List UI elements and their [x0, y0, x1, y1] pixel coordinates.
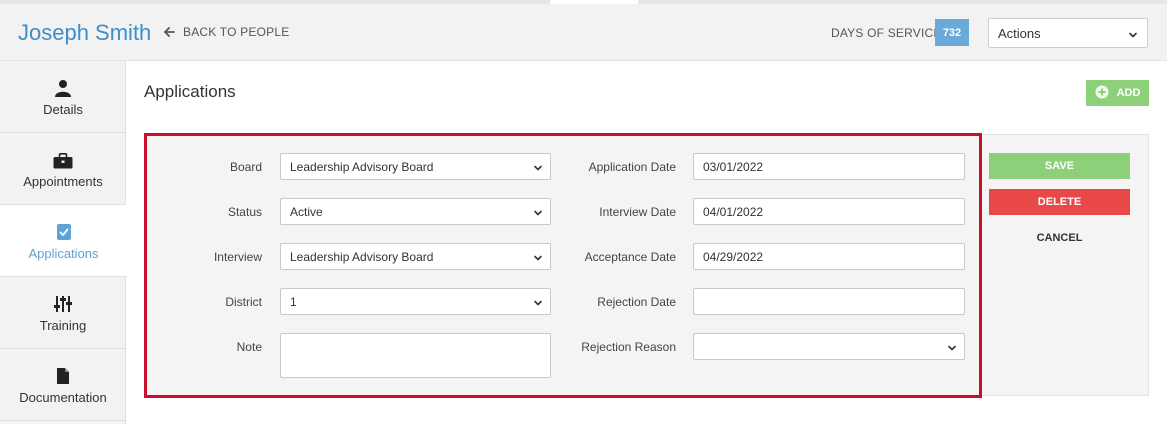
sliders-icon [53, 293, 73, 313]
note-label: Note [236, 340, 262, 354]
page-header: Joseph Smith BACK TO PEOPLE DAYS OF SERV… [0, 4, 1167, 61]
interview-label: Interview [213, 250, 262, 264]
sidebar-item-applications[interactable]: Applications [0, 205, 127, 277]
rejection-date-input[interactable] [693, 288, 965, 315]
status-label: Status [227, 205, 262, 219]
arrow-left-icon [164, 27, 175, 37]
sidebar-item-label: Training [39, 317, 87, 333]
rejection-date-label: Rejection Date [597, 295, 676, 309]
district-select-value: 1 [290, 294, 297, 309]
briefcase-icon [53, 149, 73, 169]
add-button-label: ADD [1116, 87, 1141, 99]
sidebar-item-appointments[interactable]: Appointments [0, 133, 126, 205]
person-icon [54, 77, 72, 97]
person-name: Joseph Smith [18, 20, 152, 45]
sidebar-item-training[interactable]: Training [0, 277, 126, 349]
cancel-button[interactable]: CANCEL [989, 225, 1130, 251]
sidebar-item-label: Documentation [19, 389, 107, 405]
document-icon [56, 365, 70, 385]
days-of-service-label: DAYS OF SERVICE [831, 26, 942, 40]
application-date-label: Application Date [588, 160, 676, 174]
chevron-down-icon [533, 297, 543, 311]
chevron-down-icon [1128, 28, 1138, 43]
sidebar-item-label: Applications [28, 245, 99, 261]
page-title: Applications [144, 82, 236, 101]
interview-select[interactable]: Leadership Advisory Board [280, 243, 551, 270]
checkbox-icon [56, 221, 72, 241]
chevron-down-icon [533, 162, 543, 176]
plus-circle-icon [1095, 85, 1109, 102]
acceptance-date-label: Acceptance Date [584, 250, 676, 264]
note-textarea[interactable] [280, 333, 551, 378]
chevron-down-icon [533, 252, 543, 266]
application-date-input[interactable]: 03/01/2022 [693, 153, 965, 180]
interview-date-label: Interview Date [599, 205, 676, 219]
sidebar-item-label: Appointments [23, 173, 103, 189]
actions-select-value: Actions [998, 25, 1041, 41]
rejection-reason-label: Rejection Reason [581, 340, 676, 354]
board-select[interactable]: Leadership Advisory Board [280, 153, 551, 180]
days-of-service-badge: 732 [935, 19, 969, 46]
interview-date-input[interactable]: 04/01/2022 [693, 198, 965, 225]
chevron-down-icon [947, 342, 957, 356]
back-to-people-link[interactable]: BACK TO PEOPLE [164, 25, 289, 39]
board-select-value: Leadership Advisory Board [290, 159, 434, 174]
rejection-reason-select[interactable] [693, 333, 965, 360]
actions-select[interactable]: Actions [988, 18, 1148, 48]
chevron-down-icon [533, 207, 543, 221]
board-label: Board [229, 160, 262, 174]
sidebar-item-documentation[interactable]: Documentation [0, 349, 126, 421]
sidebar: Details Appointments Applications Traini… [0, 61, 127, 424]
add-button[interactable]: ADD [1086, 80, 1149, 106]
sidebar-item-label: Details [43, 101, 83, 117]
interview-select-value: Leadership Advisory Board [290, 249, 434, 264]
back-link-label: BACK TO PEOPLE [183, 25, 290, 39]
acceptance-date-input[interactable]: 04/29/2022 [693, 243, 965, 270]
status-select[interactable]: Active [280, 198, 551, 225]
sidebar-item-details[interactable]: Details [0, 61, 126, 133]
save-button[interactable]: SAVE [989, 153, 1130, 179]
delete-button[interactable]: DELETE [989, 189, 1130, 215]
status-select-value: Active [290, 204, 323, 219]
district-select[interactable]: 1 [280, 288, 551, 315]
district-label: District [225, 295, 262, 309]
